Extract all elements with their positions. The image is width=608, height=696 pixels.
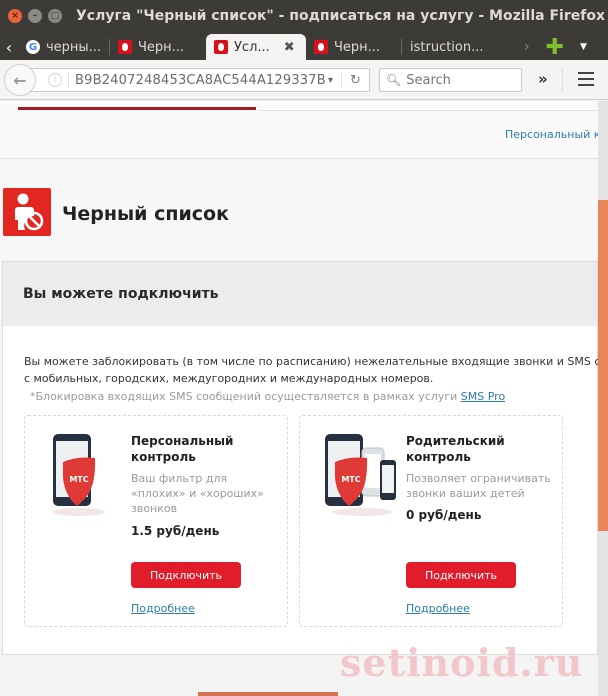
card-title: Персональный контроль <box>131 434 234 464</box>
active-nav-indicator <box>18 107 256 110</box>
blacklist-icon <box>3 188 51 236</box>
tab-3[interactable]: Черн... <box>306 34 402 60</box>
mts-icon <box>214 40 228 54</box>
card-price: 1.5 руб/день <box>131 524 220 538</box>
tab-list-button[interactable]: ▼ <box>570 34 597 60</box>
more-link[interactable]: Подробнее <box>131 602 195 615</box>
chevron-down-icon[interactable]: ▾ <box>328 75 333 86</box>
tab-label: Черн... <box>334 39 381 55</box>
overflow-menu-button[interactable]: » <box>538 70 548 88</box>
search-icon: 🔍︎ <box>386 73 402 87</box>
panel-title: Вы можете подключить <box>23 286 219 302</box>
phones-shield-icon: МТС <box>322 432 402 518</box>
svg-text:МТС: МТС <box>69 475 88 484</box>
window-maximize-button[interactable]: □ <box>48 9 62 23</box>
search-box[interactable]: 🔍︎ <box>379 68 522 92</box>
connect-button[interactable]: Подключить <box>406 562 516 588</box>
window-titlebar: × – □ Услуга "Черный список" - подписать… <box>0 0 608 32</box>
page-title: Черный список <box>62 203 229 225</box>
tab-label: istruction... <box>410 39 484 55</box>
service-header: Черный список <box>0 160 598 260</box>
google-icon: G <box>26 40 40 54</box>
connect-button[interactable]: Подключить <box>131 562 241 588</box>
service-card-parental: МТС Родительский контроль Позволяет огра… <box>299 415 563 627</box>
service-description: Вы можете заблокировать (в том числе по … <box>24 355 598 385</box>
new-tab-button[interactable]: ✚ <box>540 34 570 60</box>
sms-note: *Блокировка входящих SMS сообщений осуще… <box>30 390 506 403</box>
reload-icon[interactable]: ↻ <box>341 72 369 88</box>
card-price: 0 руб/день <box>406 508 482 522</box>
tab-bar: ‹ G черны... Черн... Усл... ✖ Черн... is… <box>0 32 608 60</box>
url-bar[interactable]: i B9B2407248453CA8AC544A129337B ▾ ↻ <box>30 68 370 92</box>
watermark: setinoid.ru <box>340 640 584 685</box>
sms-pro-link[interactable]: SMS Pro <box>461 390 505 403</box>
tab-0[interactable]: G черны... <box>18 34 110 60</box>
window-title: Услуга "Черный список" - подписаться на … <box>76 8 605 24</box>
tab-label: черны... <box>46 39 102 55</box>
bottom-tab-indicator <box>198 692 338 696</box>
phone-shield-icon: МТС <box>47 432 113 518</box>
close-tab-icon[interactable]: ✖ <box>284 40 295 55</box>
tab-1[interactable]: Черн... <box>110 34 206 60</box>
tab-scroll-left-button[interactable]: ‹ <box>0 34 18 60</box>
tab-label: Черн... <box>138 39 185 55</box>
personal-cabinet-link[interactable]: Персональный ко <box>505 128 598 141</box>
card-subtitle: Позволяет ограничивать звонки ваших дете… <box>406 472 551 500</box>
page-content: Персональный ко Черный список Вы можете … <box>0 101 598 696</box>
page-scrollbar[interactable] <box>598 101 608 696</box>
hamburger-menu-icon[interactable] <box>578 72 594 86</box>
available-services-panel: Вы можете подключить Вы можете заблокиро… <box>2 261 598 655</box>
tab-label: Усл... <box>234 39 270 55</box>
back-button[interactable]: ← <box>4 64 36 96</box>
mts-icon <box>118 40 132 54</box>
navigation-toolbar: i B9B2407248453CA8AC544A129337B ▾ ↻ ← 🔍︎… <box>0 60 608 100</box>
search-input[interactable] <box>406 72 517 88</box>
tab-scroll-right-button[interactable]: › <box>514 34 540 60</box>
site-top-nav: Персональный ко <box>0 101 598 159</box>
arrow-left-icon: ← <box>13 70 27 90</box>
card-title: Родительский контроль <box>406 434 505 464</box>
service-card-personal: МТС Персональный контроль Ваш фильтр для… <box>24 415 288 627</box>
url-text[interactable]: B9B2407248453CA8AC544A129337B <box>75 73 328 88</box>
card-subtitle: Ваш фильтр для «плохих» и «хороших» звон… <box>131 472 264 515</box>
tab-2-active[interactable]: Усл... ✖ <box>206 34 306 60</box>
window-minimize-button[interactable]: – <box>28 9 42 23</box>
info-icon[interactable]: i <box>48 73 62 87</box>
scrollbar-thumb[interactable] <box>598 200 608 531</box>
tab-4[interactable]: istruction... <box>402 34 514 60</box>
mts-icon <box>314 40 328 54</box>
window-close-button[interactable]: × <box>8 9 22 23</box>
more-link[interactable]: Подробнее <box>406 602 470 615</box>
svg-text:МТС: МТС <box>341 475 360 484</box>
